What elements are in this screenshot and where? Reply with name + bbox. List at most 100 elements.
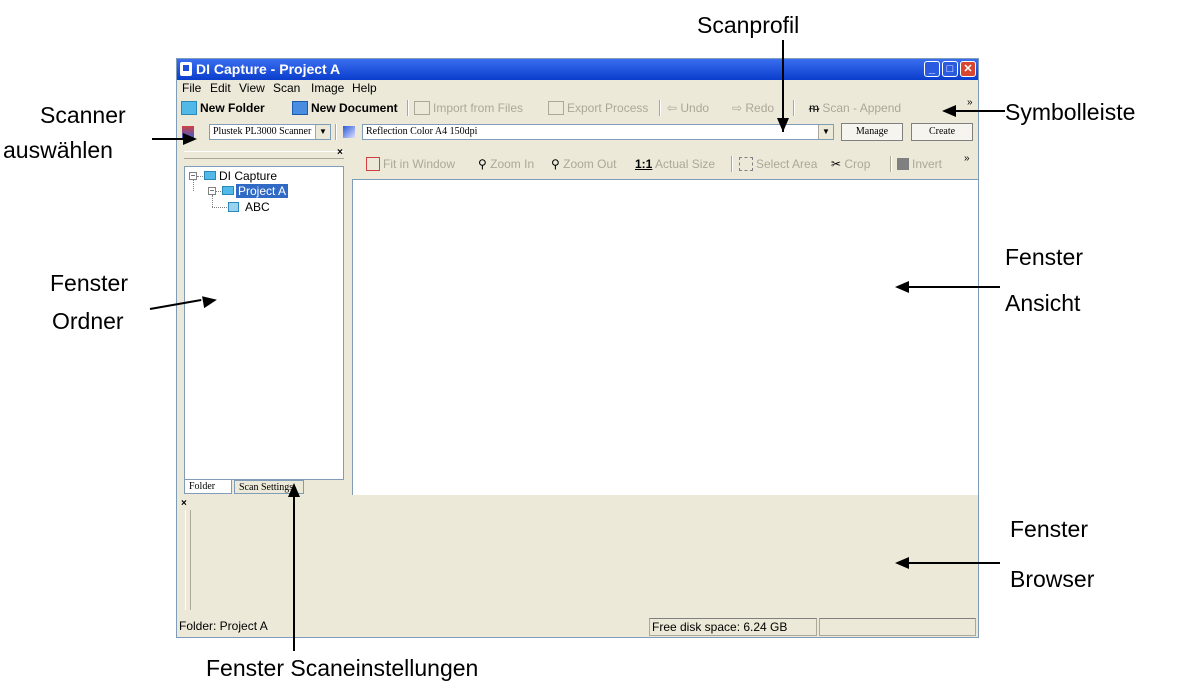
select-area-icon xyxy=(739,156,753,171)
redo-icon: ⇨ xyxy=(732,101,746,115)
tree-item-document[interactable]: ABC xyxy=(245,200,270,214)
toolbar-separator xyxy=(890,156,892,172)
fit-in-window-button[interactable]: Fit in Window xyxy=(366,153,455,175)
status-disk-space: Free disk space: 6.24 GB xyxy=(649,618,817,636)
app-window: DI Capture - Project A _ □ ✕ File Edit V… xyxy=(176,58,979,638)
toolbar-separator xyxy=(335,124,337,140)
folder-icon xyxy=(204,171,216,180)
select-area-button[interactable]: Select Area xyxy=(739,153,817,175)
image-toolbar: Fit in Window ⚲ Zoom In ⚲ Zoom Out 1:1 A… xyxy=(352,153,978,175)
actual-size-button[interactable]: 1:1 Actual Size xyxy=(635,153,715,175)
image-toolbar-overflow[interactable]: » xyxy=(964,153,970,175)
scanner-select[interactable]: Plustek PL3000 Scanner ▼ xyxy=(209,124,331,140)
arrow-icon xyxy=(202,293,218,309)
toolbar-separator xyxy=(793,100,795,116)
new-document-icon xyxy=(292,100,308,115)
create-button[interactable]: Create xyxy=(911,123,973,141)
callout-ansicht-2: Ansicht xyxy=(1005,290,1081,316)
arrow-icon xyxy=(288,483,300,497)
menu-scan[interactable]: Scan xyxy=(273,80,300,96)
browser-close-icon[interactable]: × xyxy=(181,498,187,509)
panel-grip[interactable] xyxy=(184,151,344,159)
callout-scanner-2: auswählen xyxy=(3,137,113,163)
invert-button[interactable]: Invert xyxy=(897,153,942,175)
callout-line xyxy=(955,110,1005,112)
window-title: DI Capture - Project A xyxy=(196,61,341,77)
callout-line xyxy=(293,495,295,651)
tree-item-project[interactable]: Project A xyxy=(236,184,289,198)
panel-close-icon[interactable]: × xyxy=(337,147,343,158)
main-toolbar: New Folder New Document Import from File… xyxy=(177,97,978,119)
scanner-toolbar: Plustek PL3000 Scanner ▼ Reflection Colo… xyxy=(177,121,978,143)
folder-icon xyxy=(222,186,234,195)
menu-view[interactable]: View xyxy=(239,80,265,96)
callout-scaneinstellungen: Fenster Scaneinstellungen xyxy=(206,655,479,681)
image-view[interactable] xyxy=(352,179,978,495)
export-process-button[interactable]: Export Process xyxy=(548,97,648,119)
tab-folder[interactable]: Folder xyxy=(184,480,232,494)
toolbar-overflow[interactable]: » xyxy=(967,97,973,119)
arrow-icon xyxy=(777,118,789,132)
arrow-icon xyxy=(895,281,909,293)
document-icon xyxy=(228,202,239,212)
arrow-icon xyxy=(183,133,197,145)
callout-line xyxy=(908,562,1000,564)
collapse-icon[interactable]: − xyxy=(208,187,216,195)
chevron-down-icon[interactable]: ▼ xyxy=(818,125,833,139)
callout-scanner-1: Scanner xyxy=(40,102,126,128)
callout-browser-1: Fenster xyxy=(1010,516,1088,542)
app-icon xyxy=(180,62,192,76)
zoom-in-button[interactable]: ⚲ Zoom In xyxy=(478,153,534,175)
minimize-button[interactable]: _ xyxy=(924,61,940,77)
fit-window-icon xyxy=(366,156,380,171)
callout-browser-2: Browser xyxy=(1010,566,1095,592)
browser-grip[interactable] xyxy=(185,510,191,610)
toolbar-separator xyxy=(659,100,661,116)
invert-icon xyxy=(897,157,909,170)
callout-symbolleiste: Symbolleiste xyxy=(1005,99,1136,125)
toolbar-separator xyxy=(407,100,409,116)
callout-ordner-2: Ordner xyxy=(52,308,124,334)
crop-icon: ✂ xyxy=(831,157,845,171)
browser-panel: × xyxy=(177,496,978,616)
menu-help[interactable]: Help xyxy=(352,80,377,96)
zoom-out-button[interactable]: ⚲ Zoom Out xyxy=(551,153,616,175)
zoom-out-icon: ⚲ xyxy=(551,157,564,171)
status-bar: Folder: Project A Free disk space: 6.24 … xyxy=(177,617,978,637)
chevron-down-icon[interactable]: ▼ xyxy=(315,125,330,139)
callout-line xyxy=(908,286,1000,288)
scan-append-button[interactable]: ᵯ Scan - Append xyxy=(809,97,901,119)
callout-scanprofil: Scanprofil xyxy=(697,12,800,38)
import-from-files-button[interactable]: Import from Files xyxy=(414,97,523,119)
new-folder-button[interactable]: New Folder xyxy=(181,97,265,119)
close-icon: ✕ xyxy=(963,63,973,75)
crop-button[interactable]: ✂ Crop xyxy=(831,153,870,175)
collapse-icon[interactable]: − xyxy=(189,172,197,180)
scan-icon: ᵯ xyxy=(809,101,823,115)
minimize-icon: _ xyxy=(928,63,936,75)
menu-image[interactable]: Image xyxy=(311,80,344,96)
redo-button[interactable]: ⇨ Redo xyxy=(732,97,774,119)
title-bar[interactable]: DI Capture - Project A _ □ ✕ xyxy=(177,59,978,80)
actual-size-icon: 1:1 xyxy=(635,157,653,171)
menu-file[interactable]: File xyxy=(182,80,201,96)
toolbar-separator xyxy=(731,156,733,172)
manage-button[interactable]: Manage xyxy=(841,123,903,141)
callout-ansicht-1: Fenster xyxy=(1005,244,1083,270)
tree-item-root[interactable]: DI Capture xyxy=(219,169,277,183)
callout-line xyxy=(152,138,184,140)
arrow-icon xyxy=(942,105,956,117)
menu-edit[interactable]: Edit xyxy=(210,80,231,96)
new-document-button[interactable]: New Document xyxy=(292,97,398,119)
maximize-button[interactable]: □ xyxy=(942,61,958,77)
export-icon xyxy=(548,100,564,115)
callout-ordner-1: Fenster xyxy=(50,270,128,296)
undo-button[interactable]: ⇦ Undo xyxy=(667,97,709,119)
scan-profile-select[interactable]: Reflection Color A4 150dpi ▼ xyxy=(362,124,834,140)
close-button[interactable]: ✕ xyxy=(960,61,976,77)
import-icon xyxy=(414,100,430,115)
arrow-icon xyxy=(895,557,909,569)
new-folder-icon xyxy=(181,100,197,115)
zoom-in-icon: ⚲ xyxy=(478,157,491,171)
undo-icon: ⇦ xyxy=(667,101,681,115)
